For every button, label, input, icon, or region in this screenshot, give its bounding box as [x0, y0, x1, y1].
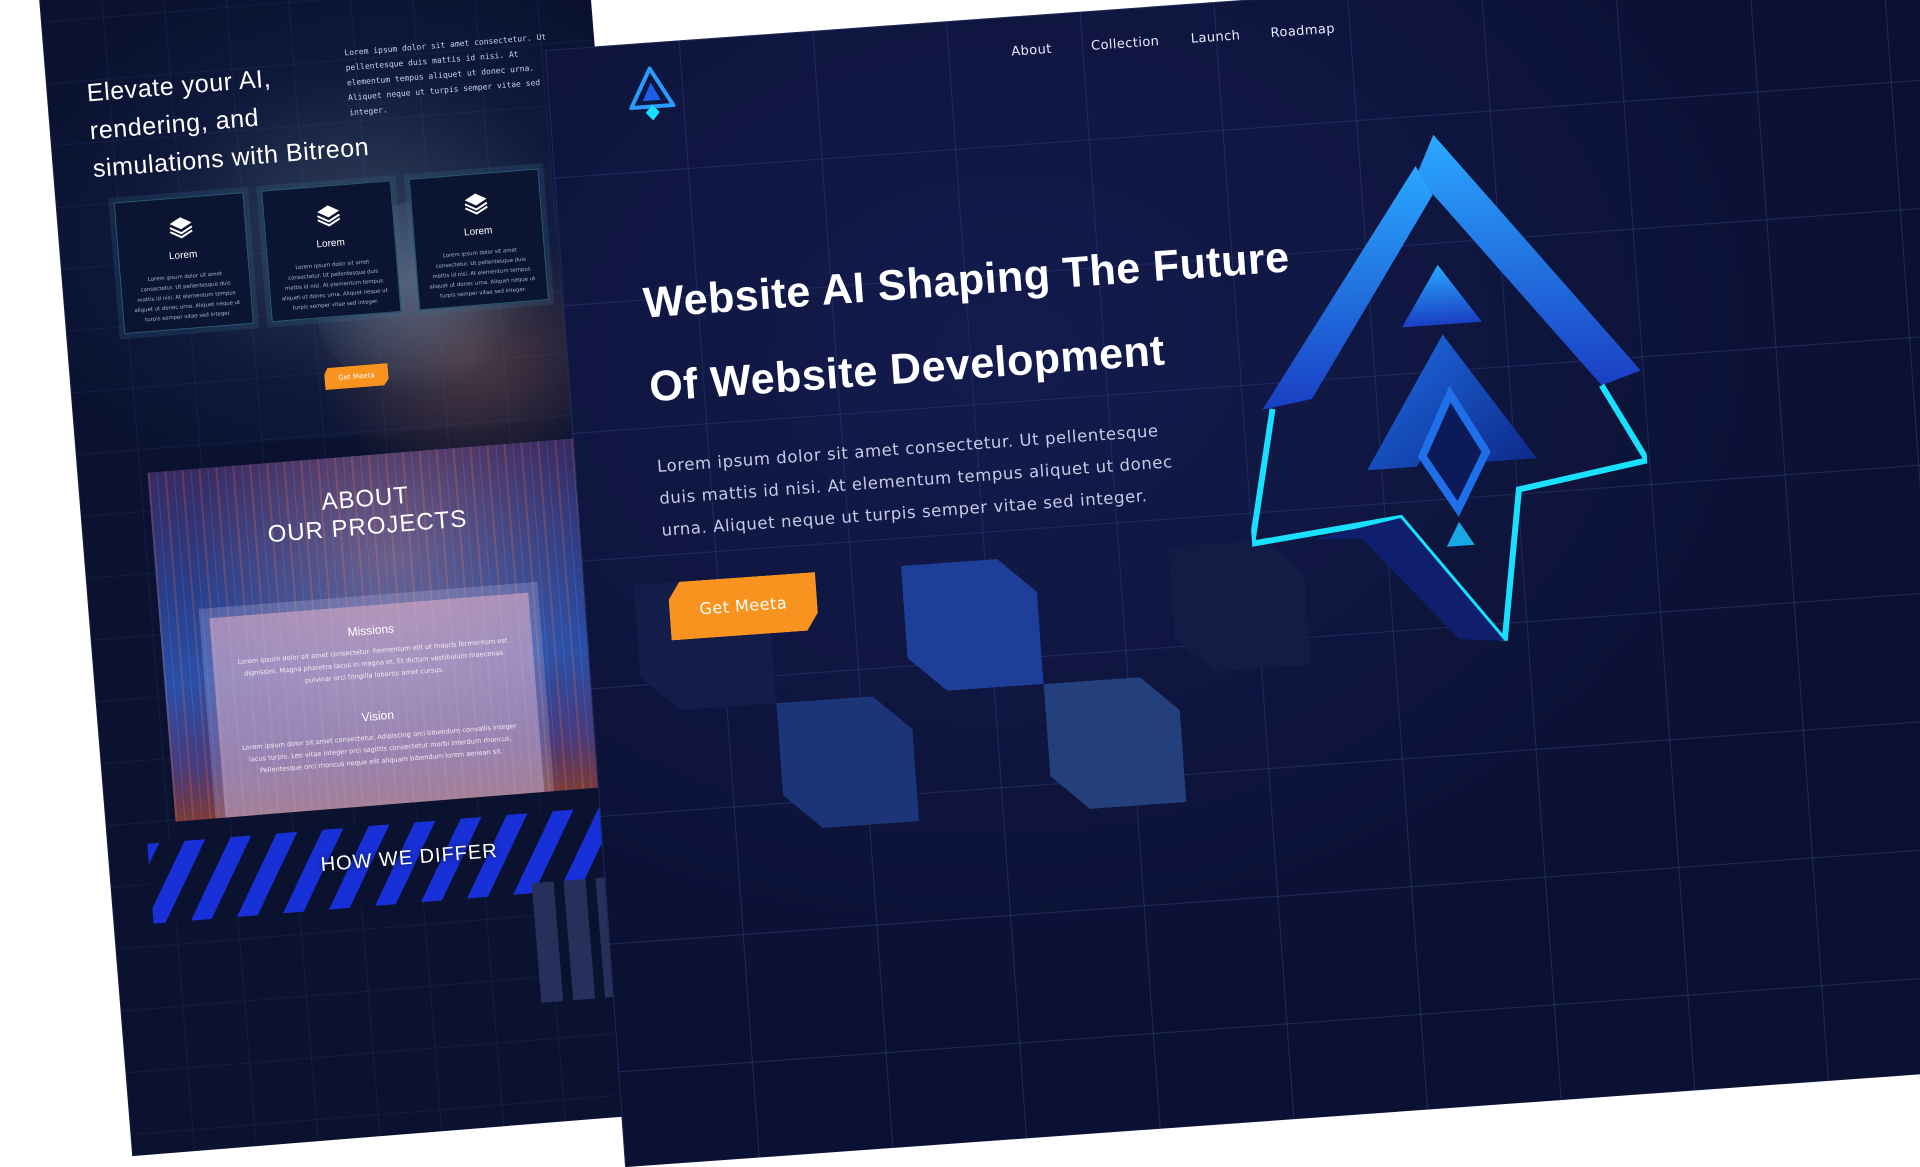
- card-title: Lorem: [316, 237, 346, 251]
- about-projects-section: ABOUT OUR PROJECTS Missions Lorem ipsum …: [147, 438, 605, 822]
- layers-icon: [169, 217, 193, 239]
- nav-about[interactable]: About: [1011, 42, 1052, 60]
- layers-icon: [464, 193, 488, 215]
- get-meeta-button[interactable]: Get Meeta: [667, 572, 819, 640]
- card-text: Lorem ipsum dolor sit amet consectetur. …: [429, 247, 536, 300]
- feature-card[interactable]: Lorem Lorem ipsum dolor sit amet consect…: [113, 192, 254, 335]
- layers-icon: [317, 205, 341, 227]
- card-text: Lorem ipsum dolor sit amet consectetur. …: [134, 271, 241, 324]
- triangle-logo-icon[interactable]: [627, 64, 677, 122]
- landing-page-preview-hero: About Collection Launch Roadmap Website …: [545, 0, 1920, 1167]
- card-title: Lorem: [168, 249, 198, 263]
- feature-card[interactable]: Lorem Lorem ipsum dolor sit amet consect…: [408, 168, 549, 311]
- card-title: Lorem: [463, 225, 493, 239]
- triangle-emblem-icon: [1248, 134, 1652, 649]
- feature-card[interactable]: Lorem Lorem ipsum dolor sit amet consect…: [261, 180, 402, 323]
- glass-panel: Missions Lorem ipsum dolor sit amet cons…: [209, 592, 545, 818]
- card-text: Lorem ipsum dolor sit amet consectetur. …: [281, 259, 388, 312]
